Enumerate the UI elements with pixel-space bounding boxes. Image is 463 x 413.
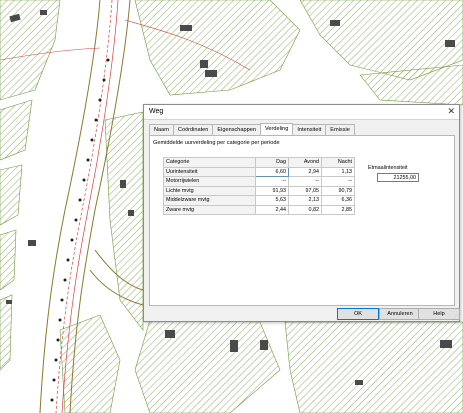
- cell-dag[interactable]: 2,44: [255, 204, 289, 215]
- header-avond: Avond: [288, 157, 322, 168]
- etmaal-label: Etmaalintensiteit: [368, 165, 408, 171]
- cell-dag[interactable]: 91,93: [255, 185, 289, 196]
- cell-dag[interactable]: --: [255, 176, 289, 187]
- parcel-hatched: [0, 294, 13, 371]
- cell-avond[interactable]: 2,94: [288, 166, 322, 177]
- header-dag: Dag: [255, 157, 289, 168]
- cell-avond[interactable]: --: [288, 176, 322, 187]
- parcel-hatched: [0, 99, 33, 161]
- weg-dialog: Weg ✕ Naam Coördinaten Eigenschappen Ver…: [143, 104, 460, 322]
- dialog-titlebar[interactable]: Weg ✕: [144, 105, 459, 120]
- tab-eigenschappen[interactable]: Eigenschappen: [212, 124, 261, 135]
- table-row: Lichte mvtg 91,93 97,05 90,79: [163, 185, 355, 196]
- cell-nacht[interactable]: 1,13: [321, 166, 355, 177]
- tab-coordinaten[interactable]: Coördinaten: [172, 124, 214, 135]
- tab-emissie[interactable]: Emissie: [325, 124, 355, 135]
- panel-subtitle: Gemiddelde uurverdeling per categorie pe…: [153, 140, 280, 146]
- cancel-button[interactable]: Annuleren: [379, 308, 421, 320]
- row-label: Uurintensiteit: [163, 166, 256, 177]
- tab-intensiteit[interactable]: Intensiteit: [292, 124, 327, 135]
- parcel-hatched: [134, 319, 281, 413]
- parcel-hatched: [134, 0, 301, 96]
- header-nacht: Nacht: [321, 157, 355, 168]
- row-label: Motorrijwielen: [163, 176, 256, 187]
- dialog-title: Weg: [149, 108, 164, 115]
- tab-verdeling[interactable]: Verdeling: [259, 123, 294, 135]
- cell-dag[interactable]: 6,60: [255, 166, 289, 177]
- cell-nacht[interactable]: 2,85: [321, 204, 355, 215]
- parcel-hatched: [0, 229, 17, 291]
- tab-naam[interactable]: Naam: [149, 124, 174, 135]
- cell-avond[interactable]: 0,82: [288, 204, 322, 215]
- grid-header-row: Categorie Dag Avond Nacht: [163, 157, 355, 168]
- verdeling-panel: Gemiddelde uurverdeling per categorie pe…: [149, 135, 455, 306]
- header-categorie: Categorie: [163, 157, 256, 168]
- cell-dag[interactable]: 5,63: [255, 195, 289, 206]
- distribution-grid: Categorie Dag Avond Nacht Uurintensiteit…: [163, 157, 355, 215]
- etmaal-field[interactable]: 21255,00: [377, 173, 419, 182]
- table-row: Middelzware mvtg 5,63 2,13 6,36: [163, 195, 355, 206]
- ok-button[interactable]: OK: [337, 308, 379, 320]
- cell-avond[interactable]: 2,13: [288, 195, 322, 206]
- row-label: Middelzware mvtg: [163, 195, 256, 206]
- cell-nacht[interactable]: --: [321, 176, 355, 187]
- close-icon[interactable]: ✕: [447, 106, 455, 117]
- parcel-hatched: [0, 0, 61, 101]
- parcel-hatched: [284, 321, 463, 413]
- table-row: Motorrijwielen -- -- --: [163, 176, 355, 187]
- cell-nacht[interactable]: 90,79: [321, 185, 355, 196]
- cell-nacht[interactable]: 6,36: [321, 195, 355, 206]
- cell-avond[interactable]: 97,05: [288, 185, 322, 196]
- tab-strip: Naam Coördinaten Eigenschappen Verdeling…: [149, 123, 355, 135]
- table-row: Uurintensiteit 6,60 2,94 1,13: [163, 166, 355, 177]
- parcel-hatched: [104, 111, 144, 331]
- resize-grip-icon[interactable]: ⋰: [453, 314, 458, 320]
- parcel-hatched: [0, 164, 23, 226]
- table-row: Zware mvtg 2,44 0,82 2,85: [163, 204, 355, 215]
- row-label: Zware mvtg: [163, 204, 256, 215]
- row-label: Lichte mvtg: [163, 185, 256, 196]
